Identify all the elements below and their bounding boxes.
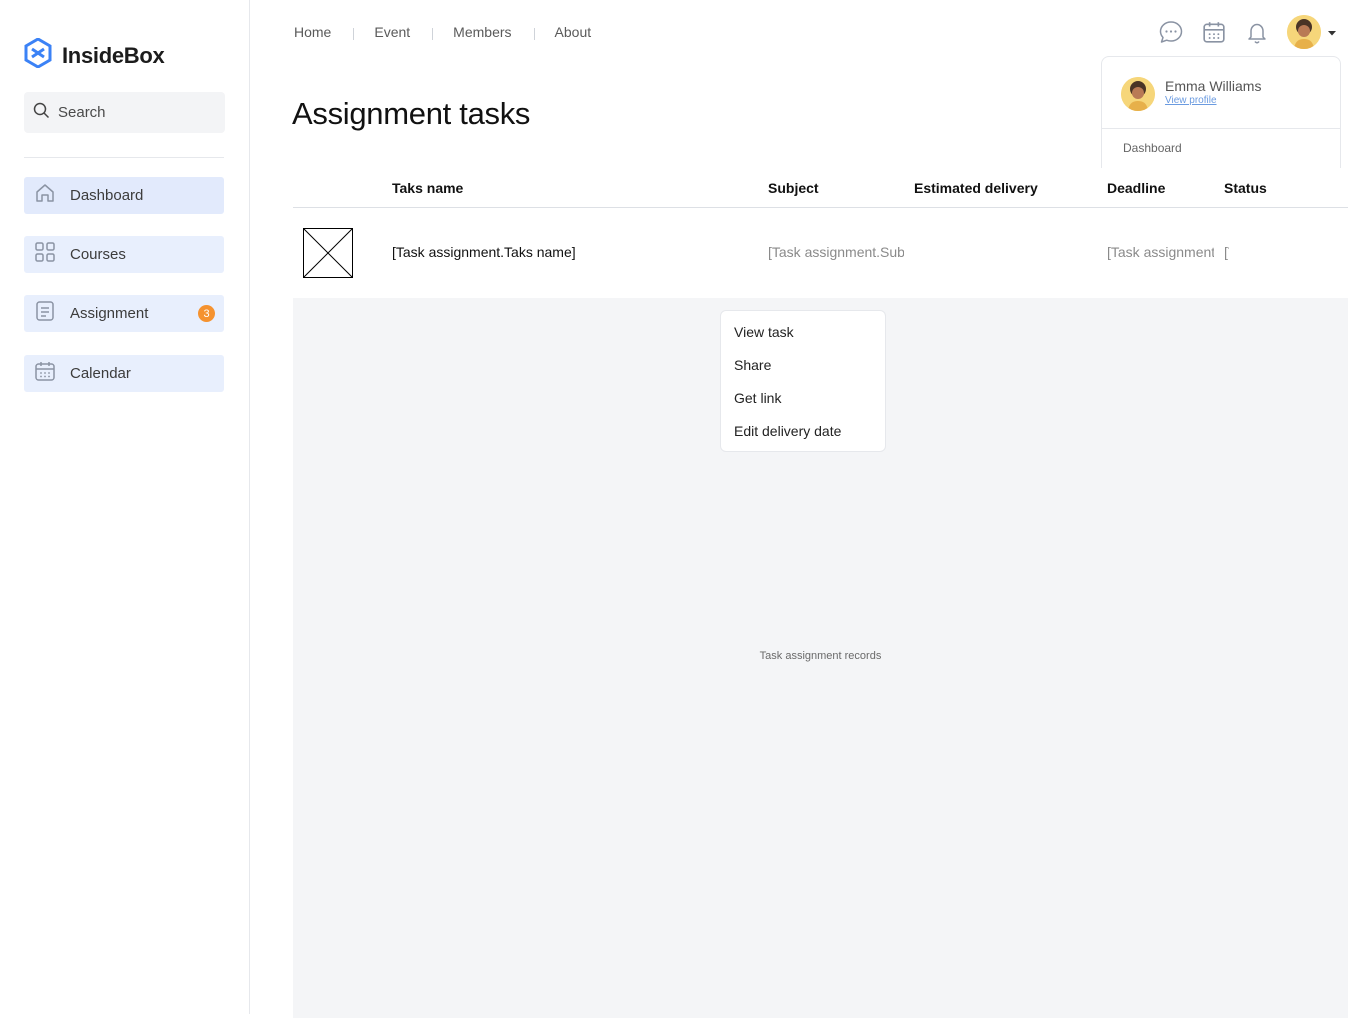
sidebar-divider [24,157,224,158]
sidebar-item-dashboard[interactable]: Dashboard [24,177,224,214]
nav-link-members[interactable]: Members [453,24,511,40]
app-name: InsideBox [62,42,165,68]
nav-separator [533,28,535,40]
column-header-task-name[interactable]: Taks name [392,180,463,196]
home-icon [34,182,56,209]
top-actions [1158,15,1337,49]
nav-link-home[interactable]: Home [294,24,331,40]
sidebar-item-courses[interactable]: Courses [24,236,224,273]
sidebar-item-assignment[interactable]: Assignment 3 [24,295,224,332]
menu-item-share[interactable]: Share [721,356,885,389]
sidebar-item-label: Courses [70,246,126,263]
sidebar: InsideBox Search Dashboard Courses Assig… [0,0,250,1014]
search-placeholder: Search [58,104,106,121]
menu-item-get-link[interactable]: Get link [721,389,885,422]
grid-icon [34,241,56,268]
profile-header: Emma Williams View profile [1102,57,1340,129]
table-header: Taks name Subject Estimated delivery Dea… [293,170,1348,208]
user-avatar[interactable] [1287,15,1321,49]
menu-item-view-task[interactable]: View task [721,323,885,356]
image-placeholder [303,228,353,278]
profile-menu-dashboard[interactable]: Dashboard [1123,141,1182,155]
profile-dropdown: Emma Williams View profile Dashboard [1101,56,1341,168]
calendar-icon [34,360,56,387]
column-header-status[interactable]: Status [1224,180,1267,196]
sidebar-item-label: Assignment [70,305,149,322]
sidebar-item-calendar[interactable]: Calendar [24,355,224,392]
profile-avatar [1121,77,1155,111]
sidebar-item-label: Calendar [70,365,131,382]
bell-icon[interactable] [1244,19,1270,45]
nav-link-about[interactable]: About [555,24,592,40]
subject-cell: [Task assignment.Subject] [768,244,904,260]
page-title: Assignment tasks [292,96,531,131]
menu-item-edit-delivery-date[interactable]: Edit delivery date [721,422,885,455]
column-header-deadline[interactable]: Deadline [1107,180,1165,196]
column-header-subject[interactable]: Subject [768,180,819,196]
chat-icon[interactable] [1158,19,1184,45]
document-icon [34,300,56,327]
nav-separator [353,28,355,40]
nav-separator [432,28,434,40]
logo-icon [24,37,52,73]
status-cell: [Task assignment.Status] [1224,244,1229,260]
deadline-cell: [Task assignment.Deadline] [1107,244,1214,260]
table-row[interactable]: [Task assignment.Taks name] [Task assign… [293,208,1348,298]
nav-link-event[interactable]: Event [374,24,410,40]
search-input[interactable]: Search [24,92,225,133]
profile-name: Emma Williams [1165,78,1262,94]
sidebar-item-label: Dashboard [70,187,144,204]
view-profile-link[interactable]: View profile [1165,95,1217,106]
column-header-estimated-delivery[interactable]: Estimated delivery [914,180,1038,196]
app-logo[interactable]: InsideBox [24,37,165,73]
task-name-cell: [Task assignment.Taks name] [392,244,576,260]
chevron-down-icon[interactable] [1327,23,1337,41]
top-navigation: Home Event Members About [294,24,591,40]
calendar-icon[interactable] [1201,19,1227,45]
row-context-menu: View task Share Get link Edit delivery d… [720,310,886,452]
search-icon [33,102,50,124]
records-label: Task assignment records [759,650,882,662]
assignment-count-badge: 3 [198,305,215,322]
